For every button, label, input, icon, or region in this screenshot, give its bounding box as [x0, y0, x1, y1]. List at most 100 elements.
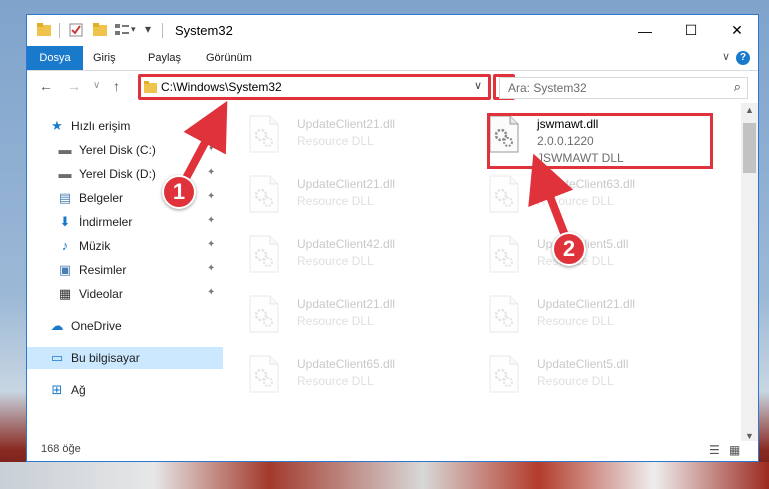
customize-toolbar-icon[interactable]: ▾: [145, 22, 151, 36]
videos-icon: ▦: [58, 286, 72, 301]
maximize-button[interactable]: ☐: [668, 15, 714, 46]
sidebar-item-local-disk-c[interactable]: ▬ Yerel Disk (C:) ✦: [27, 139, 223, 161]
file-item[interactable]: UpdateClient5.dll Resource DLL: [471, 347, 701, 401]
pin-icon[interactable]: ✦: [207, 143, 215, 154]
search-icon: ⌕: [733, 79, 741, 94]
download-icon: ⬇: [59, 214, 71, 229]
forward-button[interactable]: →: [67, 78, 81, 94]
view-options-dropdown-icon[interactable]: ▾: [131, 24, 136, 35]
sidebar-item-local-disk-d[interactable]: ▬ Yerel Disk (D:) ✦: [27, 163, 223, 185]
sidebar-item-quick-access[interactable]: ★ Hızlı erişim: [27, 115, 223, 137]
sidebar-item-label: Ağ: [71, 383, 86, 397]
file-detail: Resource DLL: [297, 314, 374, 328]
sidebar-item-music[interactable]: ♪ Müzik ✦: [27, 235, 223, 257]
navigation-pane: ★ Hızlı erişim ▬ Yerel Disk (C:) ✦ ▬ Yerel Dis…: [27, 105, 223, 435]
file-detail: Resource DLL: [537, 194, 614, 208]
pin-icon[interactable]: ✦: [207, 191, 215, 202]
close-button[interactable]: ✕: [714, 15, 758, 46]
scroll-up-icon[interactable]: ▲: [745, 105, 754, 115]
file-item[interactable]: UpdateClient21.dll Resource DLL: [231, 287, 461, 341]
file-name: UpdateClient63.dll: [537, 177, 636, 191]
title-bar: ▾ ▾ System32 — ☐ ✕: [27, 15, 758, 46]
sidebar-item-label: Yerel Disk (C:): [79, 143, 156, 157]
file-name: UpdateClient21.dll: [297, 117, 396, 131]
help-icon[interactable]: ?: [736, 51, 750, 65]
computer-icon: ▭: [50, 350, 64, 365]
pin-icon[interactable]: ✦: [207, 263, 215, 274]
vertical-scrollbar[interactable]: ▲ ▼: [741, 103, 758, 443]
step-marker-1: 1: [162, 175, 196, 209]
address-dropdown-icon[interactable]: ∨: [474, 79, 482, 92]
folder-icon: [37, 23, 51, 36]
file-item[interactable]: UpdateClient21.dll Resource DLL: [231, 107, 461, 161]
file-name: UpdateClient21.dll: [537, 297, 636, 311]
file-name: UpdateClient5.dll: [537, 357, 629, 371]
item-count: 168 öğe: [41, 443, 81, 455]
expand-ribbon-icon[interactable]: ∨: [722, 50, 730, 63]
dll-file-icon: [249, 115, 279, 153]
sidebar-item-label: OneDrive: [71, 319, 122, 333]
new-folder-icon[interactable]: [93, 23, 107, 37]
sidebar-item-label: Resimler: [79, 263, 127, 277]
sidebar-item-label: Yerel Disk (D:): [79, 167, 156, 181]
tab-share[interactable]: Paylaş: [148, 46, 181, 70]
back-button[interactable]: ←: [39, 78, 53, 94]
sidebar-item-downloads[interactable]: ⬇ İndirmeler ✦: [27, 211, 223, 233]
tab-view[interactable]: Görünüm: [206, 46, 252, 70]
details-view-icon[interactable]: ☰: [709, 443, 720, 457]
large-icons-view-icon[interactable]: ▦: [729, 443, 740, 457]
file-explorer-window: ▾ ▾ System32 — ☐ ✕ Dosya Giriş Paylaş Gö…: [26, 14, 759, 462]
sidebar-item-label: Bu bilgisayar: [71, 351, 140, 365]
sidebar-item-label: Belgeler: [79, 191, 124, 205]
step-marker-2: 2: [552, 232, 586, 266]
properties-icon[interactable]: [69, 23, 83, 37]
sidebar-item-network[interactable]: ⊞ Ağ: [27, 379, 223, 401]
file-item[interactable]: UpdateClient21.dll Resource DLL: [471, 287, 701, 341]
dll-file-icon: [489, 355, 519, 393]
pictures-icon: ▣: [58, 262, 72, 277]
pin-icon[interactable]: ✦: [207, 215, 215, 226]
scroll-thumb[interactable]: [743, 123, 756, 173]
view-options-icon[interactable]: [115, 23, 129, 37]
dll-file-icon: [249, 175, 279, 213]
recent-locations-button[interactable]: ∨: [93, 80, 100, 91]
tab-file[interactable]: Dosya: [27, 46, 83, 70]
file-item[interactable]: UpdateClient42.dll Resource DLL: [231, 227, 461, 281]
dll-file-icon: [489, 295, 519, 333]
window-title: System32: [175, 23, 233, 38]
sidebar-item-label: Müzik: [79, 239, 111, 253]
file-detail: Resource DLL: [297, 254, 374, 268]
sidebar-item-videos[interactable]: ▦ Videolar ✦: [27, 283, 223, 305]
pin-icon[interactable]: ✦: [207, 287, 215, 298]
address-path: C:\Windows\System32: [161, 80, 282, 94]
drive-icon: ▬: [58, 142, 72, 157]
file-name: UpdateClient42.dll: [297, 237, 396, 251]
up-button[interactable]: ↑: [113, 78, 120, 94]
file-item[interactable]: UpdateClient5.dllResource DLL: [471, 227, 701, 281]
music-icon: ♪: [61, 238, 69, 253]
desktop-wallpaper-strip: [0, 462, 769, 489]
sidebar-item-onedrive[interactable]: ☁ OneDrive: [27, 315, 223, 337]
search-input[interactable]: Ara: System32 ⌕: [499, 77, 748, 99]
dll-file-icon: [249, 235, 279, 273]
minimize-button[interactable]: —: [622, 15, 668, 46]
separator: [59, 23, 60, 38]
file-item[interactable]: UpdateClient63.dll Resource DLL: [471, 167, 701, 221]
tab-home[interactable]: Giriş: [93, 46, 116, 70]
address-bar[interactable]: C:\Windows\System32 ∨: [138, 74, 491, 100]
sidebar-item-label: Hızlı erişim: [71, 119, 131, 133]
ribbon-tabs: Dosya Giriş Paylaş Görünüm ∨ ?: [27, 46, 758, 71]
sidebar-item-this-pc[interactable]: ▭ Bu bilgisayar: [27, 347, 223, 369]
status-bar: 168 öğe ☰ ▦: [27, 441, 758, 461]
pin-icon[interactable]: ✦: [207, 239, 215, 250]
network-icon: ⊞: [51, 382, 63, 397]
file-detail: Resource DLL: [537, 374, 614, 388]
pin-icon[interactable]: ✦: [207, 167, 215, 178]
file-item[interactable]: UpdateClient21.dll Resource DLL: [231, 167, 461, 221]
navigation-bar: ← → ∨ ↑ C:\Windows\System32 ∨ ↻ Ara: Sys…: [27, 71, 758, 103]
sidebar-item-pictures[interactable]: ▣ Resimler ✦: [27, 259, 223, 281]
file-detail: Resource DLL: [297, 194, 374, 208]
scroll-down-icon[interactable]: ▼: [745, 431, 754, 441]
dll-file-icon: [249, 355, 279, 393]
file-item[interactable]: UpdateClient65.dll Resource DLL: [231, 347, 461, 401]
